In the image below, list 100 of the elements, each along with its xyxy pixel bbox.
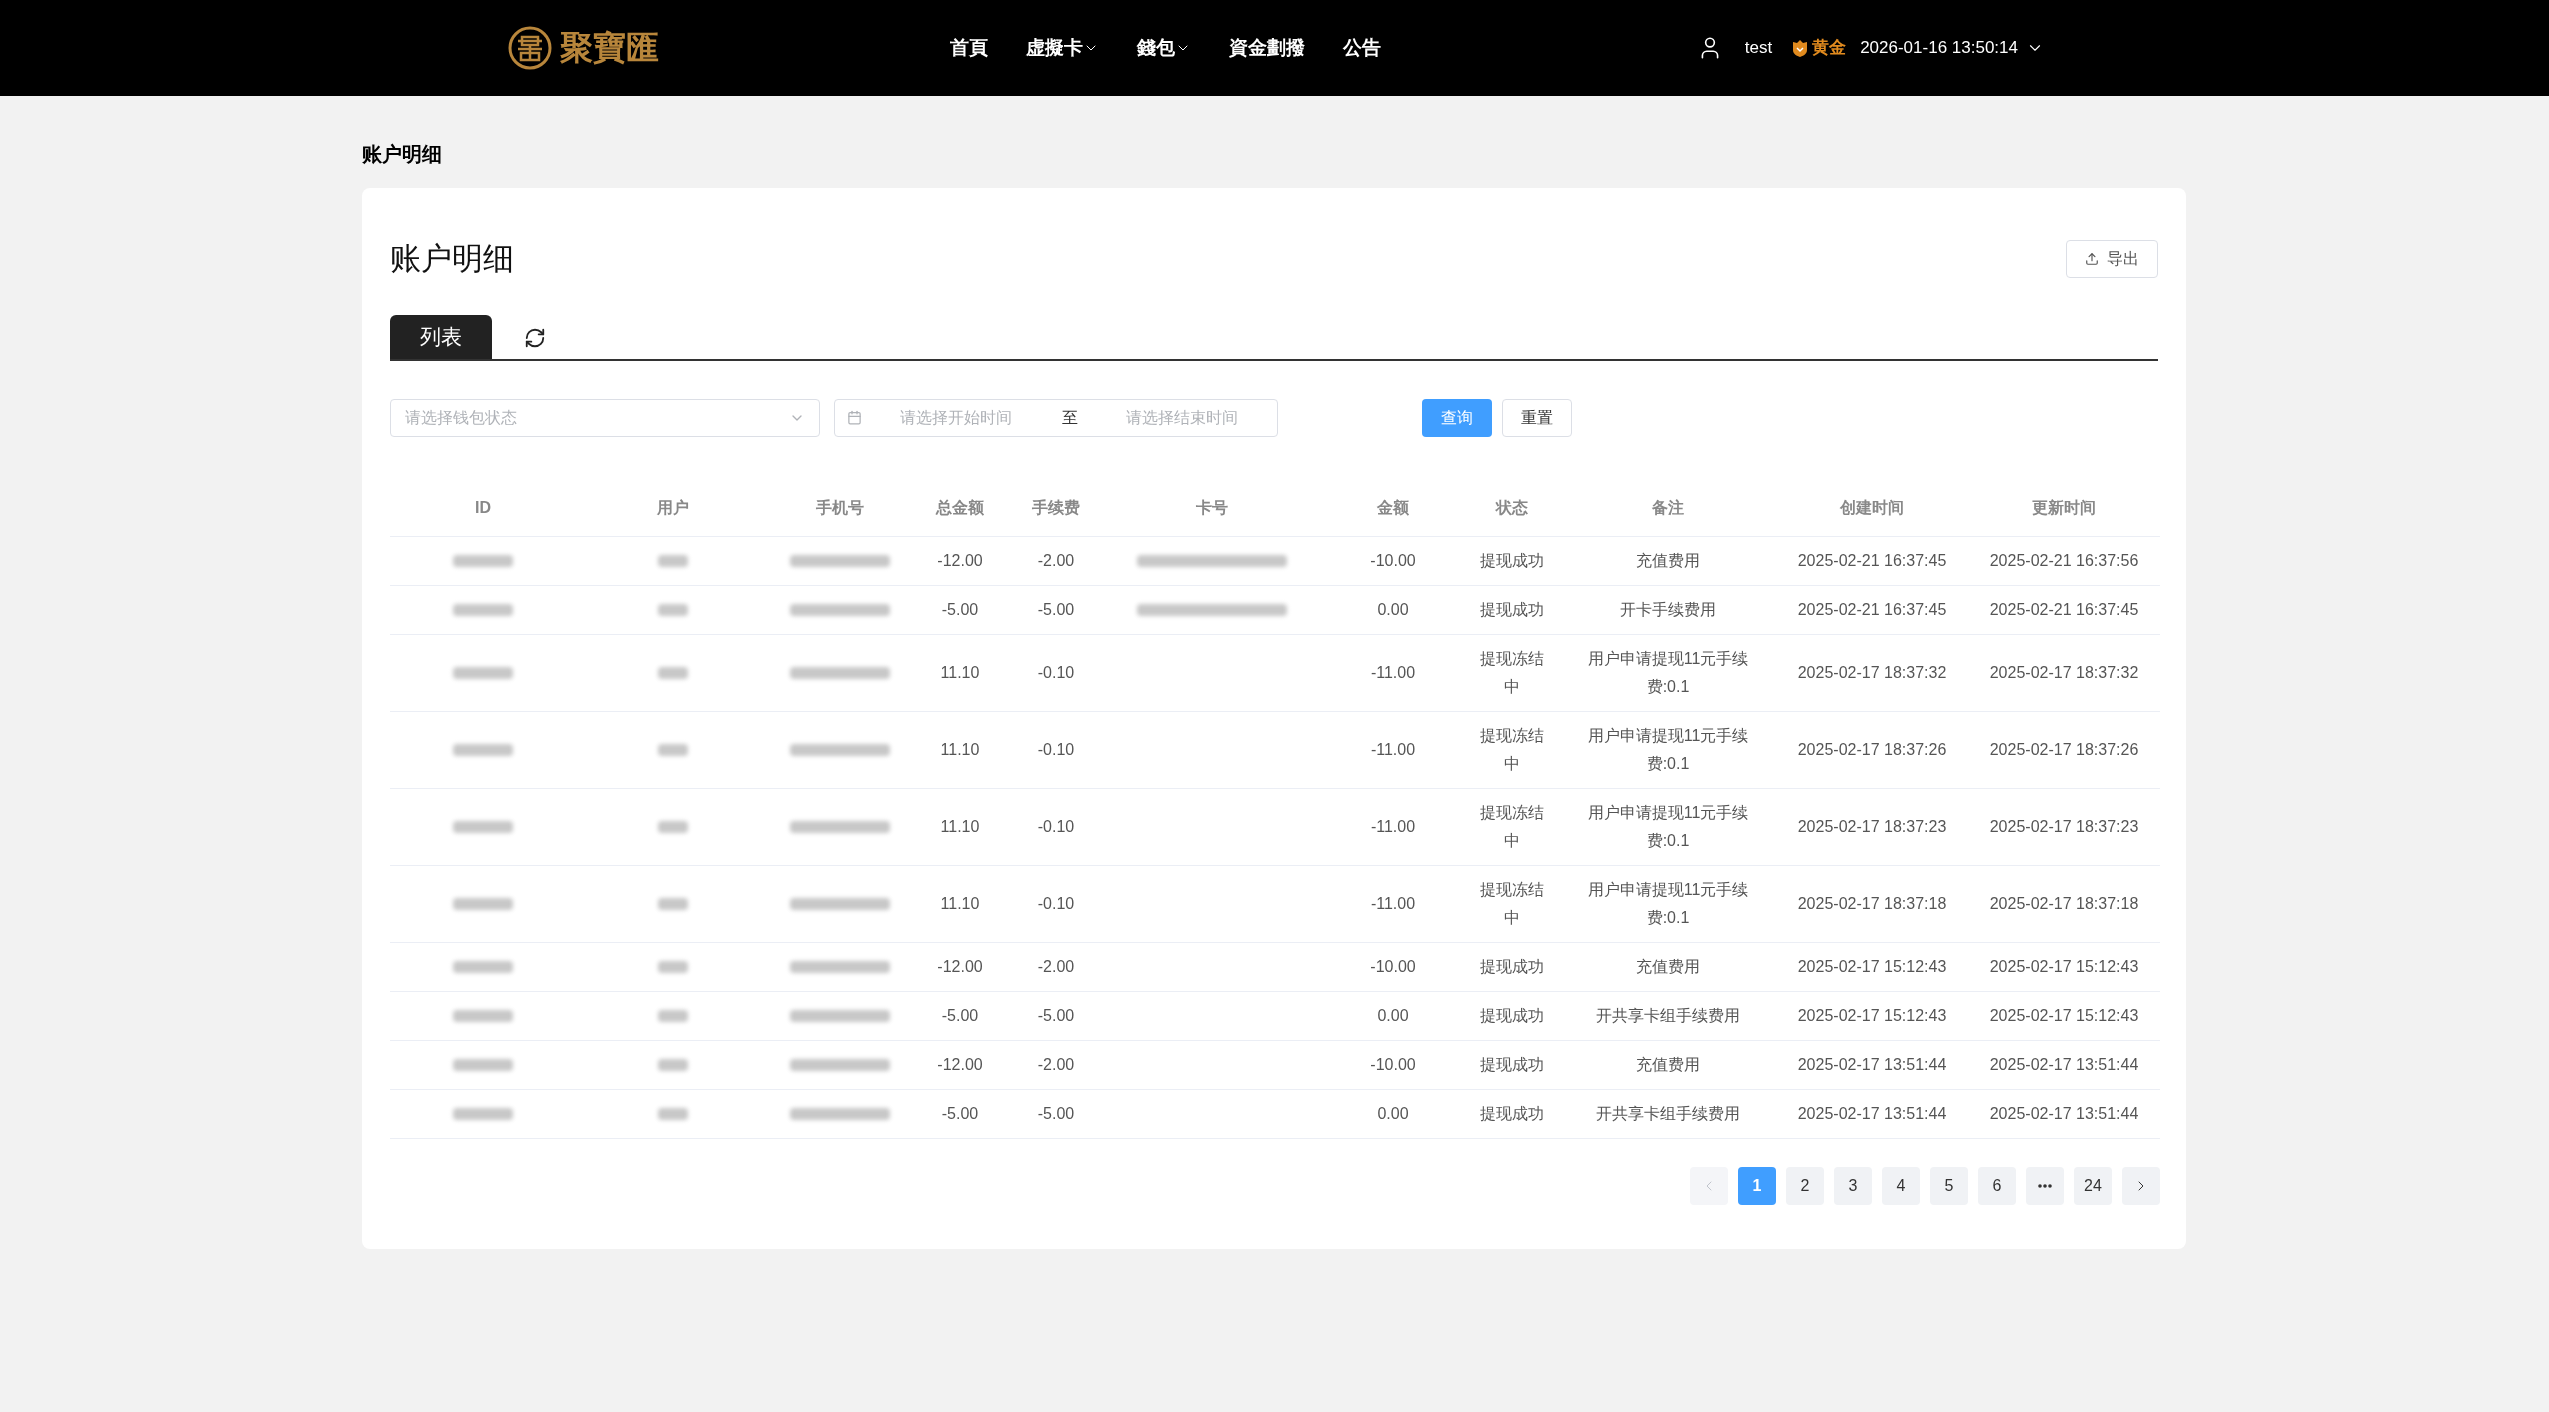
table-cell: -5.00 — [941, 1105, 979, 1122]
logo-text: 聚寶匯 — [560, 27, 659, 70]
breadcrumb-title: 账户明细 — [362, 142, 443, 167]
table-cell: 提现成功 — [1480, 958, 1544, 975]
table-cell: 11.10 — [940, 664, 980, 681]
current-datetime: 2026-01-16 13:50:14 — [1860, 37, 2018, 60]
table-cell: 用户申请提现11元手续费:0.1 — [1587, 650, 1749, 695]
table-cell: 11.10 — [940, 741, 980, 758]
page-button[interactable]: 2 — [1786, 1167, 1824, 1205]
table-cell: -10.00 — [1370, 958, 1416, 975]
redacted-text — [453, 604, 513, 616]
table-cell: -0.10 — [1037, 895, 1075, 912]
table-cell: -12.00 — [937, 552, 983, 569]
table-cell: 2025-02-17 18:37:32 — [1989, 664, 2139, 681]
table-cell: 2025-02-17 18:37:18 — [1797, 895, 1947, 912]
column-header: 金额 — [1377, 499, 1409, 517]
page-button[interactable]: 6 — [1978, 1167, 2016, 1205]
redacted-text — [453, 961, 513, 973]
table-cell: -5.00 — [941, 1007, 979, 1024]
table-cell: -0.10 — [1037, 741, 1075, 758]
page-button[interactable]: 4 — [1882, 1167, 1920, 1205]
export-button[interactable]: 导出 — [2066, 240, 2158, 279]
table-cell: 2025-02-17 18:37:26 — [1989, 741, 2139, 758]
table-cell: 11.10 — [940, 895, 980, 912]
table-cell: 2025-02-21 16:37:45 — [1797, 601, 1947, 618]
redacted-text — [658, 1108, 688, 1120]
table-cell: 开共享卡组手续费用 — [1596, 1105, 1740, 1122]
table-cell: 开卡手续费用 — [1620, 601, 1716, 618]
column-header: 更新时间 — [2032, 499, 2096, 517]
column-header: 手机号 — [816, 499, 864, 517]
column-header: ID — [475, 499, 491, 517]
redacted-text — [453, 1059, 513, 1071]
table-cell: -10.00 — [1370, 552, 1416, 569]
redacted-text — [658, 961, 688, 973]
redacted-text — [453, 744, 513, 756]
table-cell: 提现冻结中 — [1480, 881, 1544, 926]
nav-link[interactable]: 虚擬卡 — [1026, 33, 1099, 63]
table-cell: -11.00 — [1370, 741, 1416, 758]
table-cell: 2025-02-17 18:37:23 — [1797, 818, 1947, 835]
calendar-icon — [847, 410, 862, 425]
table-cell: 2025-02-17 15:12:43 — [1989, 1007, 2139, 1024]
ellipsis-icon — [2038, 1184, 2052, 1188]
nav-link[interactable]: 資金劃撥 — [1229, 33, 1305, 63]
column-header: 总金额 — [936, 499, 984, 517]
table-cell: 提现成功 — [1480, 552, 1544, 569]
table-cell: 充值费用 — [1636, 552, 1700, 569]
redacted-text — [453, 1108, 513, 1120]
table-cell: 2025-02-17 13:51:44 — [1797, 1056, 1947, 1073]
table-cell: 提现冻结中 — [1480, 727, 1544, 772]
nav-link[interactable]: 公告 — [1343, 33, 1381, 63]
redacted-text — [658, 555, 688, 567]
page-title: 账户明细 — [390, 240, 514, 278]
table-cell: -5.00 — [1037, 1007, 1075, 1024]
table-cell: 提现成功 — [1480, 1056, 1544, 1073]
table-cell: -10.00 — [1370, 1056, 1416, 1073]
table-cell: 开共享卡组手续费用 — [1596, 1007, 1740, 1024]
username: test — [1744, 37, 1773, 60]
table-cell: -5.00 — [941, 601, 979, 618]
page-button[interactable]: 24 — [2074, 1167, 2112, 1205]
table-cell: 提现冻结中 — [1480, 650, 1544, 695]
page-button[interactable]: 5 — [1930, 1167, 1968, 1205]
column-header: 用户 — [657, 499, 689, 517]
table-cell: -11.00 — [1370, 664, 1416, 681]
table-cell: 用户申请提现11元手续费:0.1 — [1587, 727, 1749, 772]
table-cell: 2025-02-17 13:51:44 — [1989, 1056, 2139, 1073]
more-pages-button[interactable] — [2026, 1167, 2064, 1205]
table-cell: 2025-02-21 16:37:56 — [1989, 552, 2139, 569]
table-cell: 2025-02-17 13:51:44 — [1797, 1105, 1947, 1122]
redacted-text — [453, 898, 513, 910]
table-cell: -2.00 — [1037, 552, 1075, 569]
table-cell: 2025-02-17 13:51:44 — [1989, 1105, 2139, 1122]
nav-link[interactable]: 錢包 — [1137, 33, 1191, 63]
reset-button[interactable]: 重置 — [1502, 398, 1572, 437]
table-cell: 提现冻结中 — [1480, 804, 1544, 849]
nav-link[interactable]: 首頁 — [950, 33, 988, 63]
table-cell: 11.10 — [940, 818, 980, 835]
table-cell: 2025-02-17 15:12:43 — [1797, 958, 1947, 975]
table-cell: 2025-02-17 18:37:32 — [1797, 664, 1947, 681]
tab[interactable]: 列表 — [390, 314, 492, 359]
table-cell: 用户申请提现11元手续费:0.1 — [1587, 804, 1749, 849]
table-cell: 0.00 — [1377, 601, 1409, 618]
table-cell: 2025-02-17 18:37:18 — [1989, 895, 2139, 912]
table-cell: 0.00 — [1377, 1007, 1409, 1024]
date-range-picker[interactable]: 请选择开始时间 至 请选择结束时间 — [834, 398, 1278, 437]
table-cell: 2025-02-17 18:37:23 — [1989, 818, 2139, 835]
column-header: 状态 — [1496, 499, 1528, 517]
logo-emblem-icon — [508, 26, 552, 70]
redacted-text — [658, 1059, 688, 1071]
page-button[interactable]: 3 — [1834, 1167, 1872, 1205]
redacted-text — [658, 821, 688, 833]
table-cell: -12.00 — [937, 958, 983, 975]
redacted-text — [453, 667, 513, 679]
table-cell: -11.00 — [1370, 818, 1416, 835]
table-cell: -0.10 — [1037, 664, 1075, 681]
table-cell: 0.00 — [1377, 1105, 1409, 1122]
table-cell: -2.00 — [1037, 1056, 1075, 1073]
refresh-icon[interactable] — [524, 326, 546, 349]
redacted-text — [658, 1010, 688, 1022]
table-cell: 用户申请提现11元手续费:0.1 — [1587, 881, 1749, 926]
table-cell: 提现成功 — [1480, 601, 1544, 618]
